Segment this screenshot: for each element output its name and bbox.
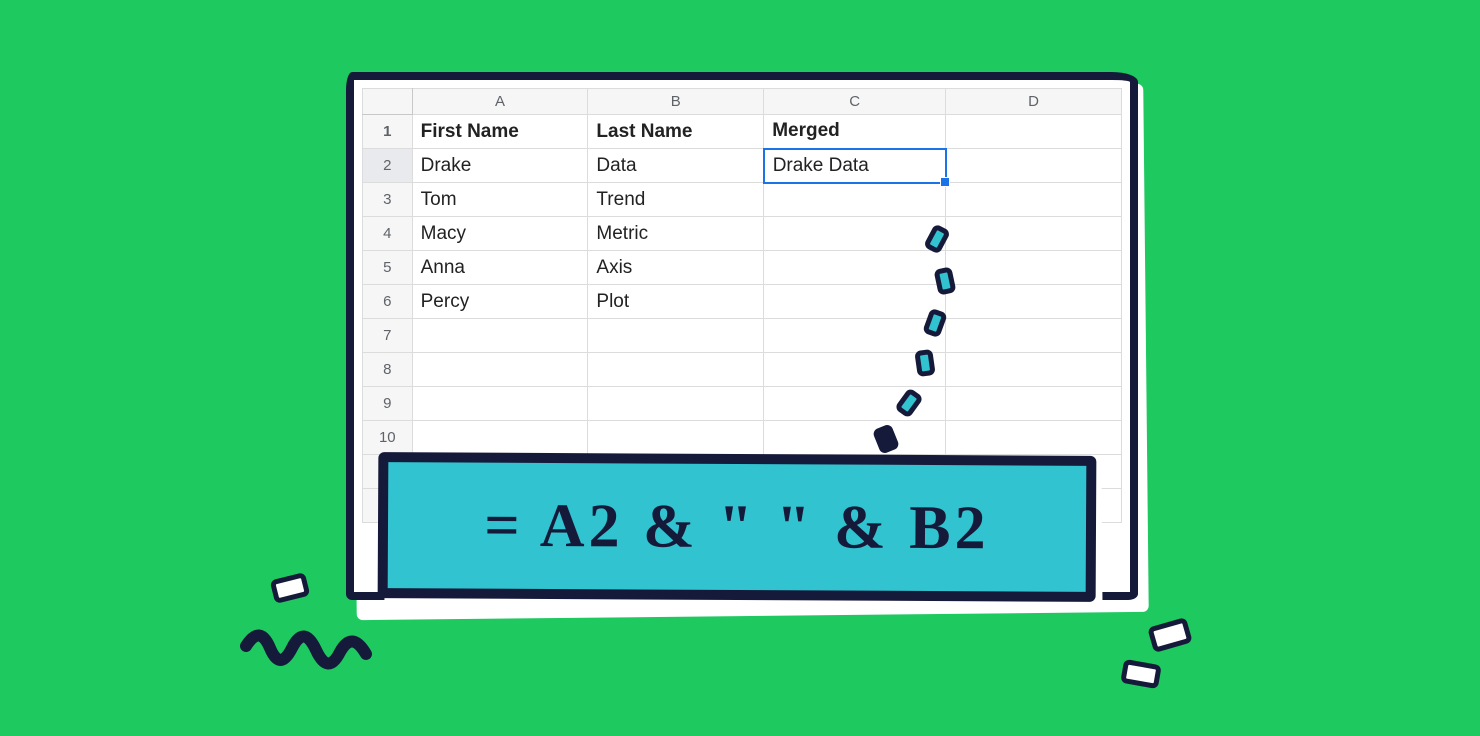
cell-A9[interactable]	[412, 387, 588, 421]
column-header-row: A B C D	[363, 89, 1122, 115]
cell-B5[interactable]: Axis	[588, 251, 764, 285]
cell-D5[interactable]	[946, 251, 1122, 285]
cell-D1[interactable]	[946, 115, 1122, 149]
row-header-1[interactable]: 1	[363, 115, 413, 149]
select-all-corner[interactable]	[363, 89, 413, 115]
cell-D10[interactable]	[946, 421, 1122, 455]
formula-callout: = A2 & " " & B2	[378, 454, 1096, 600]
cell-B9[interactable]	[588, 387, 764, 421]
cell-C5[interactable]	[764, 251, 946, 285]
cell-A5[interactable]: Anna	[412, 251, 588, 285]
crumb-icon	[914, 349, 935, 377]
cell-C2-selected[interactable]: Drake Data	[764, 149, 946, 183]
table-row: 10	[363, 421, 1122, 455]
row-header-9[interactable]: 9	[363, 387, 413, 421]
cell-A3[interactable]: Tom	[412, 183, 588, 217]
row-header-4[interactable]: 4	[363, 217, 413, 251]
cell-B8[interactable]	[588, 353, 764, 387]
cell-A10[interactable]	[412, 421, 588, 455]
cell-B3[interactable]: Trend	[588, 183, 764, 217]
cell-C4[interactable]	[764, 217, 946, 251]
row-header-6[interactable]: 6	[363, 285, 413, 319]
table-row: 2 Drake Data Drake Data	[363, 149, 1122, 183]
cell-A6[interactable]: Percy	[412, 285, 588, 319]
squiggle-icon	[240, 618, 380, 698]
table-row: 8	[363, 353, 1122, 387]
row-header-7[interactable]: 7	[363, 319, 413, 353]
cell-C7[interactable]	[764, 319, 946, 353]
cell-D6[interactable]	[946, 285, 1122, 319]
cell-A4[interactable]: Macy	[412, 217, 588, 251]
cell-B4[interactable]: Metric	[588, 217, 764, 251]
cell-D8[interactable]	[946, 353, 1122, 387]
cell-B2[interactable]: Data	[588, 149, 764, 183]
row-header-5[interactable]: 5	[363, 251, 413, 285]
cell-C10[interactable]	[764, 421, 946, 455]
table-row: 5 Anna Axis	[363, 251, 1122, 285]
cell-A7[interactable]	[412, 319, 588, 353]
crumb-icon	[1120, 659, 1162, 689]
col-header-b[interactable]: B	[588, 89, 764, 115]
table-row: 3 Tom Trend	[363, 183, 1122, 217]
cell-B6[interactable]: Plot	[588, 285, 764, 319]
cell-B7[interactable]	[588, 319, 764, 353]
formula-box: = A2 & " " & B2	[378, 452, 1097, 602]
cell-C6[interactable]	[764, 285, 946, 319]
cell-D3[interactable]	[946, 183, 1122, 217]
row-header-10[interactable]: 10	[363, 421, 413, 455]
table-row: 7	[363, 319, 1122, 353]
cell-A8[interactable]	[412, 353, 588, 387]
cell-C3[interactable]	[764, 183, 946, 217]
cell-B10[interactable]	[588, 421, 764, 455]
cell-D7[interactable]	[946, 319, 1122, 353]
row-header-2[interactable]: 2	[363, 149, 413, 183]
cell-D9[interactable]	[946, 387, 1122, 421]
row-header-3[interactable]: 3	[363, 183, 413, 217]
row-header-8[interactable]: 8	[363, 353, 413, 387]
col-header-a[interactable]: A	[412, 89, 588, 115]
cell-A1[interactable]: First Name	[412, 115, 588, 149]
formula-text: = A2 & " " & B2	[484, 490, 990, 564]
table-row: 1 First Name Last Name Merged	[363, 115, 1122, 149]
crumb-icon	[270, 572, 311, 604]
cell-A2[interactable]: Drake	[412, 149, 588, 183]
table-row: 4 Macy Metric	[363, 217, 1122, 251]
table-row: 6 Percy Plot	[363, 285, 1122, 319]
cell-D4[interactable]	[946, 217, 1122, 251]
col-header-c[interactable]: C	[764, 89, 946, 115]
crumb-icon	[1147, 617, 1193, 653]
cell-D2[interactable]	[946, 149, 1122, 183]
cell-C1[interactable]: Merged	[764, 115, 946, 149]
cell-B1[interactable]: Last Name	[588, 115, 764, 149]
col-header-d[interactable]: D	[946, 89, 1122, 115]
table-row: 9	[363, 387, 1122, 421]
